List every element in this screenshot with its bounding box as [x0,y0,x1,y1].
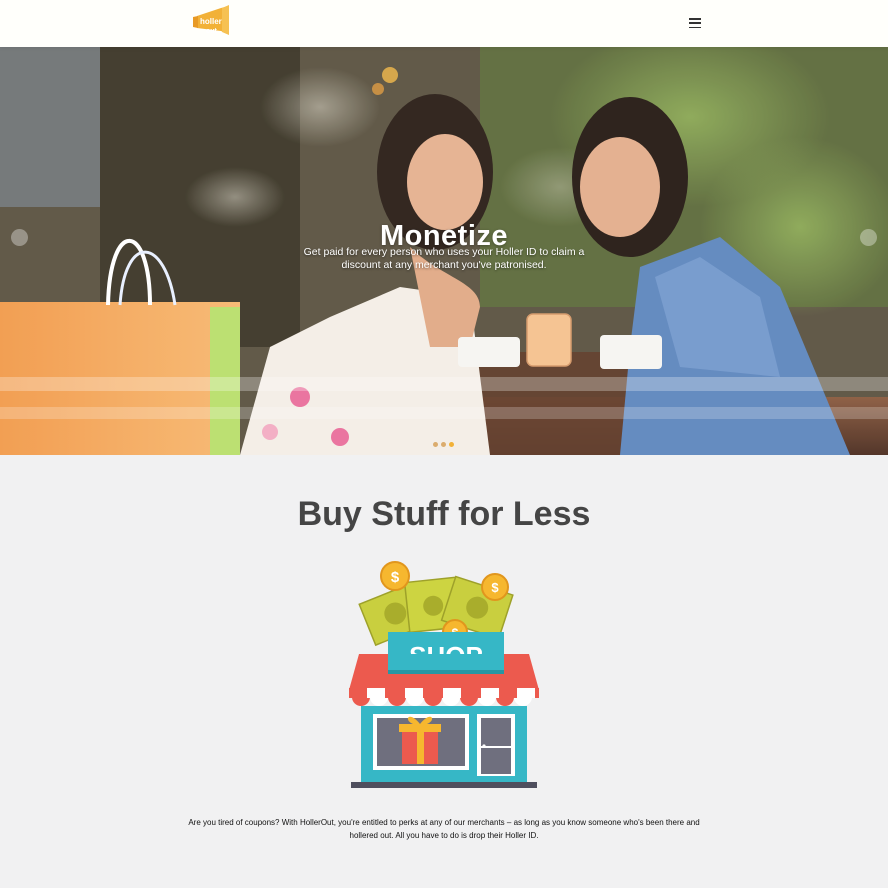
shop-storefront-icon: $ $ $ SHOP [349,561,539,788]
site-header: holler out [0,0,888,47]
hamburger-menu-icon[interactable] [689,18,701,28]
shop-illustration: $ $ $ SHOP [347,560,541,792]
svg-text:$: $ [391,569,400,586]
slider-dot-2[interactable] [441,442,446,447]
holler-out-logo[interactable]: holler out [191,4,231,38]
svg-text:$: $ [491,580,499,595]
slider-dot-1[interactable] [433,442,438,447]
hero-slider: Monetize Get paid for every person who u… [0,47,888,455]
svg-text:out: out [206,28,218,35]
intro-paragraph: Are you tired of coupons? With HollerOut… [188,818,700,840]
section-title: Buy Stuff for Less [297,495,591,533]
hero-description: Get paid for every person who uses your … [303,246,585,271]
megaphone-logo-icon: holler out [193,5,229,35]
svg-text:holler: holler [200,17,222,26]
slider-pagination [433,442,454,447]
menu-line [689,18,701,20]
slider-dot-3[interactable] [449,442,454,447]
menu-line [689,26,701,28]
menu-line [689,22,701,24]
